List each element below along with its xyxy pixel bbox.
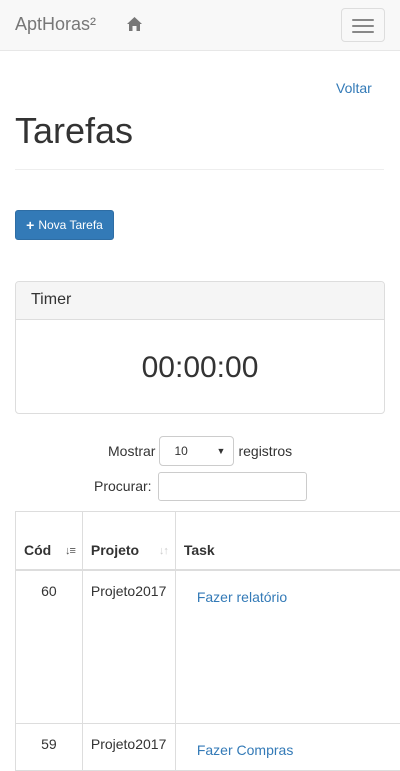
timer-panel: Timer 00:00:00 — [15, 281, 385, 414]
task-link[interactable]: Fazer relatório — [197, 589, 287, 605]
timer-heading: Timer — [16, 282, 384, 320]
length-prefix: Mostrar — [108, 443, 155, 459]
table-header-row: Cód ↓≡ Projeto ↓↑ Task — [16, 512, 400, 570]
search-label: Procurar: — [94, 478, 152, 494]
cell-task: Fazer Compras — [175, 724, 400, 771]
cell-projeto: Projeto2017 — [82, 724, 175, 771]
navbar: AptHoras² — [0, 0, 400, 51]
page-length-control: Mostrar 10 ▼ registros — [108, 436, 292, 466]
task-link[interactable]: Fazer Compras — [197, 742, 293, 758]
sort-icon: ↓↑ — [159, 545, 168, 557]
new-task-button[interactable]: + Nova Tarefa — [15, 210, 114, 240]
home-icon[interactable] — [126, 16, 143, 32]
timer-value: 00:00:00 — [16, 351, 384, 385]
table-row: 59 Projeto2017 Fazer Compras — [16, 724, 400, 771]
cell-projeto: Projeto2017 — [82, 570, 175, 724]
hamburger-icon — [352, 19, 374, 21]
length-suffix: registros — [238, 443, 292, 459]
page-title: Tarefas — [15, 110, 133, 152]
tasks-table: Cód ↓≡ Projeto ↓↑ Task 60 Projeto2017 Fa… — [15, 511, 400, 771]
sort-desc-icon: ↓≡ — [65, 545, 75, 557]
page-length-select[interactable]: 10 ▼ — [159, 436, 234, 466]
brand-link[interactable]: AptHoras² — [15, 14, 96, 35]
search-control: Procurar: — [94, 471, 307, 501]
divider — [15, 169, 384, 170]
page-length-value: 10 — [174, 444, 187, 458]
menu-toggle-button[interactable] — [341, 8, 385, 42]
column-header-projeto[interactable]: Projeto ↓↑ — [82, 512, 175, 570]
chevron-down-icon: ▼ — [217, 446, 226, 456]
table-row: 60 Projeto2017 Fazer relatório — [16, 570, 400, 724]
cell-cod: 59 — [16, 724, 83, 771]
new-task-label: Nova Tarefa — [38, 218, 102, 232]
cell-task: Fazer relatório — [175, 570, 400, 724]
back-link[interactable]: Voltar — [336, 80, 372, 96]
search-input[interactable] — [158, 472, 307, 501]
column-header-task[interactable]: Task — [175, 512, 400, 570]
cell-cod: 60 — [16, 570, 83, 724]
plus-icon: + — [26, 218, 34, 232]
column-header-cod[interactable]: Cód ↓≡ — [16, 512, 83, 570]
